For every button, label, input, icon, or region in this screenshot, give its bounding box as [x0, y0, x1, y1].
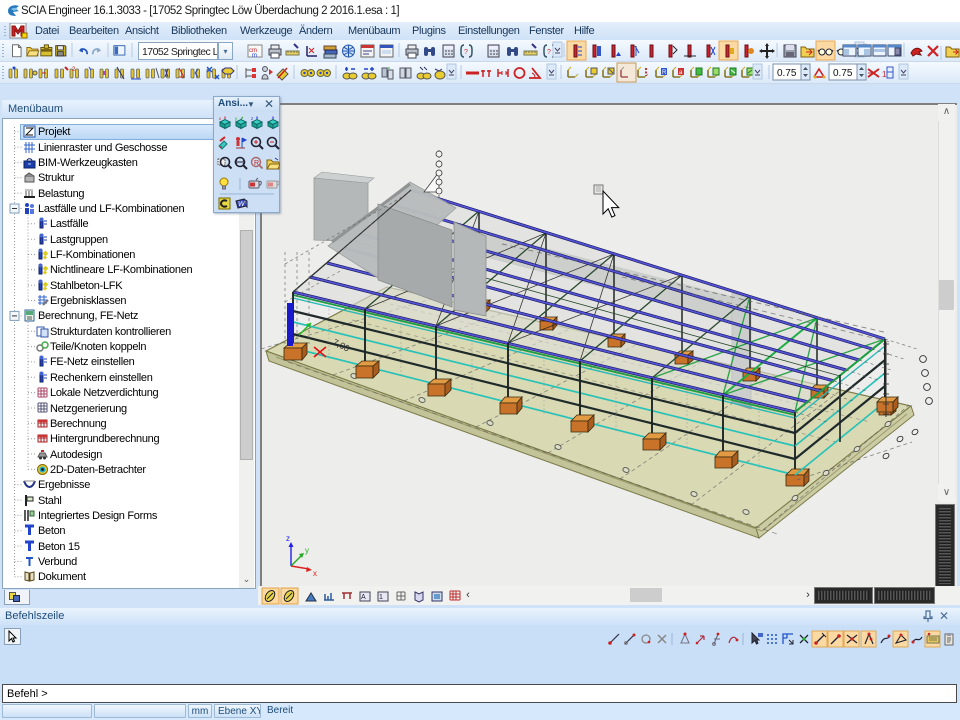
svg-text:?: ?	[547, 49, 551, 56]
svg-text:x: x	[313, 569, 317, 578]
svg-text:z: z	[251, 116, 254, 121]
svg-text:1: 1	[882, 70, 887, 79]
svg-text:1: 1	[379, 594, 383, 601]
svg-text:x: x	[219, 116, 222, 121]
svg-text:0.75: 0.75	[833, 68, 853, 79]
svg-text:m: m	[252, 53, 257, 59]
svg-text:R: R	[254, 160, 259, 167]
svg-text:A: A	[361, 594, 366, 601]
svg-text:y: y	[305, 546, 309, 555]
svg-text:y: y	[235, 116, 238, 121]
svg-text:R: R	[662, 70, 667, 76]
svg-text:?: ?	[464, 49, 468, 56]
svg-text:z: z	[286, 534, 290, 543]
svg-text:0.75: 0.75	[777, 68, 797, 79]
